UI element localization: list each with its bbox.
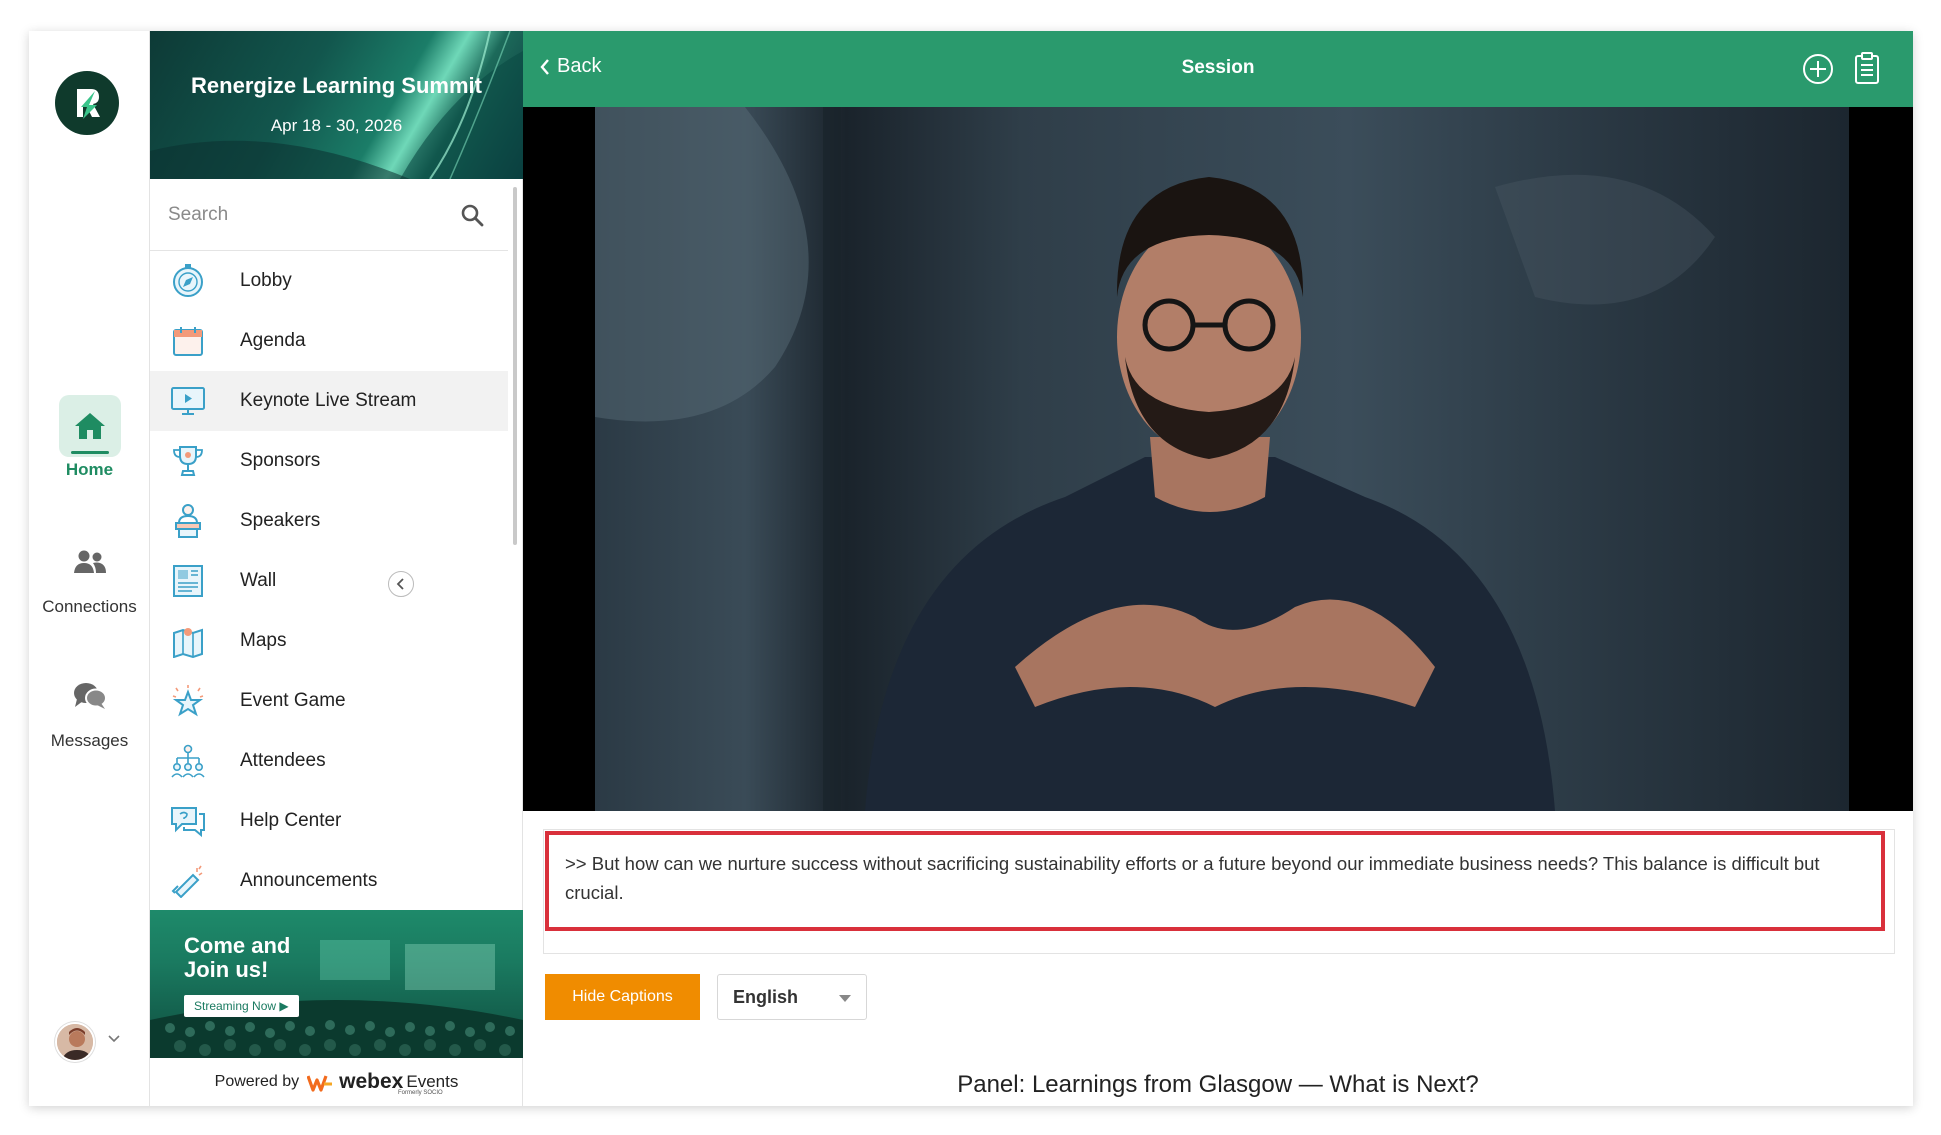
star-icon [172,685,204,717]
trophy-icon [173,446,203,476]
menu-item-announcements[interactable]: Announcements [150,851,508,911]
menu-item-label: Lobby [240,270,292,291]
newspaper-icon [173,565,203,597]
menu-item-label: Wall [240,570,277,591]
promo-title: Come and Join us! [184,933,291,982]
hide-captions-button[interactable]: Hide Captions [545,974,700,1020]
rail-home[interactable]: Home [29,395,150,480]
speaker-video-still [595,107,1715,811]
search-bar [150,179,508,251]
add-circle-icon[interactable] [1802,53,1834,85]
notes-clipboard-icon[interactable] [1853,51,1881,85]
session-panel: Back Session >> But how can we nurture s… [523,31,1913,1106]
live-caption-text: >> But how can we nurture success withou… [545,831,1885,931]
webex-events-label: Events [406,1072,459,1091]
session-header: Back Session [523,31,1913,107]
menu-item-sponsors[interactable]: Sponsors [150,431,508,491]
collapse-menu-button[interactable] [388,571,414,597]
page-title: Session [1181,57,1255,78]
powered-by-label: Powered by [214,1073,300,1090]
chevron-down-icon [839,995,851,1002]
menu-item-wall[interactable]: Wall [150,551,508,611]
event-banner: Renergize Learning Summit Apr 18 - 30, 2… [150,31,523,179]
people-icon [73,550,106,573]
menu-item-keynote-live-stream[interactable]: Keynote Live Stream [150,371,508,431]
compass-icon [173,264,203,297]
menu-item-label: Agenda [240,330,306,351]
search-input[interactable] [168,197,438,233]
menu-item-label: Announcements [240,870,378,891]
menu-list: Lobby Agenda Keynote Live Stream Sponsor… [150,251,508,911]
menu-item-label: Event Game [240,690,346,711]
menu-item-maps[interactable]: Maps [150,611,508,671]
menu-item-lobby[interactable]: Lobby [150,251,508,311]
rail-messages[interactable]: Messages [29,665,150,751]
banner-art [150,31,523,179]
menu-item-speakers[interactable]: Speakers [150,491,508,551]
menu-item-label: Keynote Live Stream [240,390,417,411]
menu-item-label: Speakers [240,510,321,531]
monitor-play-icon [171,387,205,415]
calendar-icon [173,327,203,356]
menu-item-event-game[interactable]: Event Game [150,671,508,731]
home-icon [74,413,105,439]
event-title: Renergize Learning Summit [191,73,482,98]
event-logo[interactable] [55,71,119,135]
side-menu: Renergize Learning Summit Apr 18 - 30, 2… [150,31,523,1106]
home-icon-container [58,395,121,457]
webex-logo-icon [307,1075,333,1092]
menu-item-attendees[interactable]: Attendees [150,731,508,791]
map-icon [173,628,203,658]
chevron-left-icon [396,578,404,590]
rail-messages-label: Messages [50,731,129,750]
chat-help-icon [171,807,205,838]
menu-item-help-center[interactable]: Help Center [150,791,508,851]
caption-language-select[interactable]: English [717,974,867,1020]
app-window: Home Connections Messages Renergize Lear… [29,31,1913,1106]
left-rail: Home Connections Messages [29,31,150,1106]
webex-brand: webex [339,1070,404,1093]
rail-home-label: Home [65,460,114,479]
menu-item-label: Attendees [240,750,326,771]
menu-item-label: Sponsors [240,450,321,471]
megaphone-icon [171,865,203,898]
streaming-now-button[interactable]: Streaming Now ▶ [184,995,299,1017]
rail-connections-label: Connections [42,597,137,616]
selected-language: English [733,986,799,1007]
rail-connections[interactable]: Connections [29,531,150,617]
formerly-socio-label: Formerly SOCIO [398,1090,443,1096]
podium-speaker-icon [175,504,201,538]
user-avatar[interactable] [55,1022,95,1062]
menu-item-label: Maps [240,630,287,651]
org-chart-icon [171,744,205,778]
session-title: Panel: Learnings from Glasgow — What is … [957,1071,1479,1098]
video-player[interactable] [523,107,1913,811]
chat-bubbles-icon [73,683,107,709]
event-dates: Apr 18 - 30, 2026 [270,116,403,135]
chevron-down-icon[interactable] [108,1035,120,1043]
menu-scrollbar[interactable] [513,187,517,545]
active-indicator [70,451,109,454]
video-frame [595,107,1849,811]
menu-item-label: Help Center [240,810,342,831]
promo-banner[interactable]: Come and Join us! Streaming Now ▶ [150,910,523,1058]
search-icon[interactable] [460,203,484,227]
menu-item-agenda[interactable]: Agenda [150,311,508,371]
powered-by-footer: Powered by webex Events Formerly SOCIO [150,1058,523,1106]
